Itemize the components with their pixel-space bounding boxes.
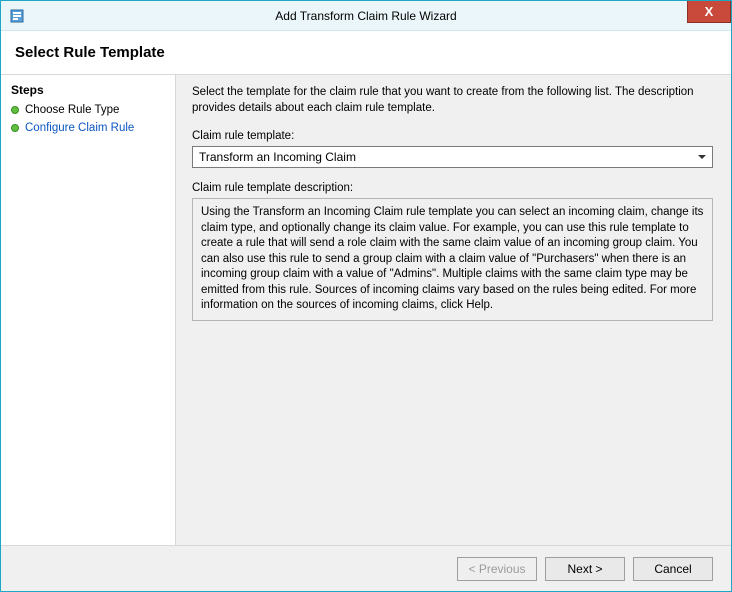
- step-label: Configure Claim Rule: [25, 122, 134, 134]
- step-configure-claim-rule[interactable]: Configure Claim Rule: [1, 119, 175, 137]
- template-select-wrap: Transform an Incoming Claim: [192, 146, 713, 168]
- close-button[interactable]: X: [687, 1, 731, 23]
- step-choose-rule-type[interactable]: Choose Rule Type: [1, 101, 175, 119]
- button-bar: < Previous Next > Cancel: [1, 545, 731, 591]
- template-description: Using the Transform an Incoming Claim ru…: [192, 198, 713, 321]
- app-icon: [9, 8, 25, 24]
- page-title: Select Rule Template: [15, 44, 165, 61]
- cancel-button[interactable]: Cancel: [633, 557, 713, 581]
- template-label: Claim rule template:: [192, 130, 713, 142]
- titlebar: Add Transform Claim Rule Wizard X: [1, 1, 731, 31]
- claim-rule-template-select[interactable]: Transform an Incoming Claim: [192, 146, 713, 168]
- steps-heading: Steps: [1, 81, 175, 101]
- step-label: Choose Rule Type: [25, 104, 119, 116]
- step-bullet-icon: [11, 106, 19, 114]
- wizard-window: Add Transform Claim Rule Wizard X Select…: [0, 0, 732, 592]
- close-icon: X: [705, 4, 714, 19]
- page-header: Select Rule Template: [1, 31, 731, 75]
- previous-button: < Previous: [457, 557, 537, 581]
- next-button[interactable]: Next >: [545, 557, 625, 581]
- content-pane: Select the template for the claim rule t…: [176, 75, 731, 545]
- description-label: Claim rule template description:: [192, 182, 713, 194]
- body: Steps Choose Rule Type Configure Claim R…: [1, 75, 731, 545]
- intro-text: Select the template for the claim rule t…: [192, 85, 713, 116]
- steps-sidebar: Steps Choose Rule Type Configure Claim R…: [1, 75, 176, 545]
- step-bullet-icon: [11, 124, 19, 132]
- window-title: Add Transform Claim Rule Wizard: [1, 9, 731, 23]
